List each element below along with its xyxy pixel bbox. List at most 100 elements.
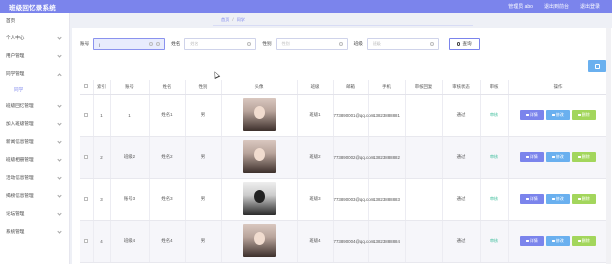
back-to-front-link[interactable]: 退出到前台 xyxy=(544,3,569,10)
sidebar-item-users[interactable]: 用户管理 xyxy=(0,47,69,65)
chevron-down-icon xyxy=(57,121,62,126)
chevron-down-icon xyxy=(57,103,62,108)
add-button[interactable] xyxy=(588,60,606,72)
header-email[interactable]: 邮箱 xyxy=(333,80,369,95)
detail-button[interactable]: 详情 xyxy=(520,194,544,204)
name-search-input[interactable]: 姓名 xyxy=(184,38,257,50)
edit-icon xyxy=(552,155,555,159)
cell-reply xyxy=(405,178,443,221)
vertical-scrollbar[interactable] xyxy=(606,28,611,264)
cell-reply xyxy=(405,136,443,179)
row-checkbox[interactable] xyxy=(84,238,89,243)
sidebar-item-activities[interactable]: 活动信息管理 xyxy=(0,169,69,187)
cell-email: 773890004@qq.com xyxy=(333,220,374,263)
header-gender[interactable]: 性别 xyxy=(185,80,222,95)
audit-link[interactable]: 审核 xyxy=(490,112,498,117)
chevron-down-icon xyxy=(57,193,62,198)
breadcrumb-divider xyxy=(213,25,473,26)
cell-gender: 男 xyxy=(185,178,222,221)
sidebar-item-bulletin[interactable]: 揭榜信息管理 xyxy=(0,187,69,205)
sidebar-item-home[interactable]: 首页 xyxy=(0,13,69,29)
avatar[interactable] xyxy=(242,140,276,173)
checkbox[interactable] xyxy=(84,84,89,89)
logout-link[interactable]: 退出登录 xyxy=(580,3,600,10)
delete-button[interactable]: 删除 xyxy=(572,152,596,162)
cell-account: 账号3 xyxy=(110,178,150,221)
cell-status: 通过 xyxy=(442,220,481,263)
avatar[interactable] xyxy=(242,182,276,215)
account-search-input[interactable]: | xyxy=(93,38,166,50)
query-button[interactable]: 查询 xyxy=(448,38,480,50)
top-bar: 班级回忆录系统 管理员 abo 退出到前台 退出登录 xyxy=(0,0,612,13)
row-checkbox[interactable] xyxy=(84,154,89,159)
edit-button[interactable]: 修改 xyxy=(546,194,570,204)
delete-icon xyxy=(578,113,581,117)
chevron-down-icon xyxy=(57,175,62,180)
audit-link[interactable]: 审核 xyxy=(490,196,498,201)
edit-icon xyxy=(552,113,555,117)
cell-account: 班级2 xyxy=(110,136,150,179)
delete-button[interactable]: 删除 xyxy=(572,194,596,204)
audit-link[interactable]: 审核 xyxy=(490,238,498,243)
admin-user-label: 管理员 abo xyxy=(508,4,533,10)
sidebar-item-classmates[interactable]: 同学管理 xyxy=(0,65,69,83)
sidebar: 首页 个人中心 用户管理 同学管理 同学 班级回忆管理 加入班级管理 新闻信息管… xyxy=(0,13,70,264)
sidebar-item-forum[interactable]: 论坛管理 xyxy=(0,205,69,223)
avatar[interactable] xyxy=(242,98,276,131)
header-name[interactable]: 姓名 xyxy=(149,80,186,95)
cell-gender: 男 xyxy=(185,136,222,179)
sidebar-item-album[interactable]: 班级相册管理 xyxy=(0,151,69,169)
sidebar-item-join-class[interactable]: 加入班级管理 xyxy=(0,115,69,133)
row-checkbox[interactable] xyxy=(84,112,89,117)
sidebar-item-system[interactable]: 系统管理 xyxy=(0,223,69,241)
cell-phone: 13823888883 xyxy=(368,178,406,221)
chevron-down-icon xyxy=(57,211,62,216)
cell-index: 2 xyxy=(93,136,111,179)
chevron-down-icon xyxy=(57,35,62,40)
table-header-row: 索引 账号 姓名 性别 头像 班级 邮箱 手机 审核回复 审核状态 审核 操作 xyxy=(80,80,609,95)
edit-icon xyxy=(552,197,555,201)
class-search-input[interactable]: 班级 xyxy=(366,38,439,50)
detail-button[interactable]: 详情 xyxy=(520,110,544,120)
gender-search-input[interactable]: 性别 xyxy=(275,38,348,50)
avatar[interactable] xyxy=(242,224,276,257)
chevron-down-icon xyxy=(57,157,62,162)
cell-name: 姓名2 xyxy=(149,136,186,179)
header-phone[interactable]: 手机 xyxy=(368,80,406,95)
cell-name: 姓名3 xyxy=(149,178,186,221)
edit-icon xyxy=(552,239,555,243)
chevron-down-icon xyxy=(57,229,62,234)
table-row: 4 班级4 姓名4 男 班级4 773890004@qq.com 1382388… xyxy=(80,220,609,263)
sidebar-subitem-classmate[interactable]: 同学 xyxy=(0,83,69,97)
delete-icon xyxy=(578,239,581,243)
gender-label: 性别 xyxy=(262,41,272,46)
edit-button[interactable]: 修改 xyxy=(546,110,570,120)
detail-button[interactable]: 详情 xyxy=(520,236,544,246)
row-checkbox[interactable] xyxy=(84,196,89,201)
detail-icon xyxy=(526,239,529,243)
header-status[interactable]: 审核状态 xyxy=(442,80,481,95)
search-icon xyxy=(338,42,343,46)
header-select-all[interactable] xyxy=(80,80,94,95)
delete-button[interactable]: 删除 xyxy=(572,236,596,246)
sidebar-item-profile[interactable]: 个人中心 xyxy=(0,29,69,47)
detail-button[interactable]: 详情 xyxy=(520,152,544,162)
detail-icon xyxy=(526,197,529,201)
edit-button[interactable]: 修改 xyxy=(546,236,570,246)
breadcrumb-current: 同学 xyxy=(236,17,245,22)
search-icon xyxy=(429,42,434,46)
edit-button[interactable]: 修改 xyxy=(546,152,570,162)
table-row: 2 班级2 姓名2 男 班级2 773890002@qq.com 1382388… xyxy=(80,136,609,179)
header-class[interactable]: 班级 xyxy=(297,80,334,95)
audit-link[interactable]: 审核 xyxy=(490,154,498,159)
header-reply[interactable]: 审核回复 xyxy=(405,80,443,95)
cell-gender: 男 xyxy=(185,220,222,263)
clear-icon[interactable] xyxy=(149,42,154,46)
search-icon xyxy=(456,42,461,46)
sidebar-item-news[interactable]: 新闻信息管理 xyxy=(0,133,69,151)
breadcrumb-home[interactable]: 首页 xyxy=(221,17,229,23)
header-account[interactable]: 账号 xyxy=(110,80,150,95)
add-icon xyxy=(594,63,600,69)
delete-button[interactable]: 删除 xyxy=(572,110,596,120)
sidebar-item-memories[interactable]: 班级回忆管理 xyxy=(0,97,69,115)
